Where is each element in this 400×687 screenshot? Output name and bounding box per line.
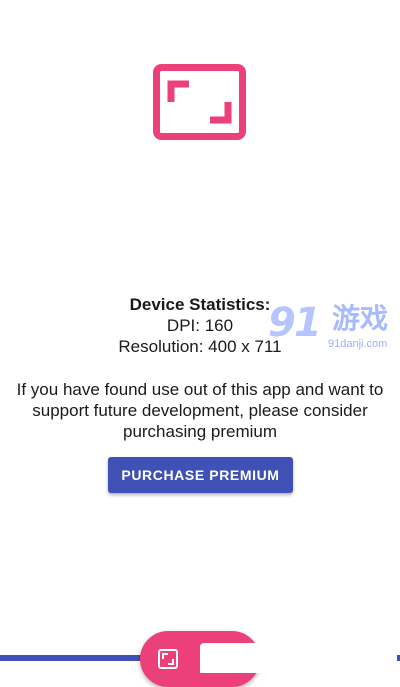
watermark-chinese: 游戏 [332, 302, 389, 335]
support-message: If you have found use out of this app an… [16, 380, 384, 441]
overlay-card [200, 643, 397, 673]
fullscreen-frame-icon [153, 64, 246, 140]
fullscreen-icon [158, 649, 178, 669]
watermark-logo: 91 [268, 300, 322, 346]
watermark-url: 91danji.com [328, 338, 388, 350]
watermark: 91 游戏 91danji.com [268, 300, 400, 356]
purchase-premium-button[interactable]: PURCHASE PREMIUM [108, 457, 293, 493]
